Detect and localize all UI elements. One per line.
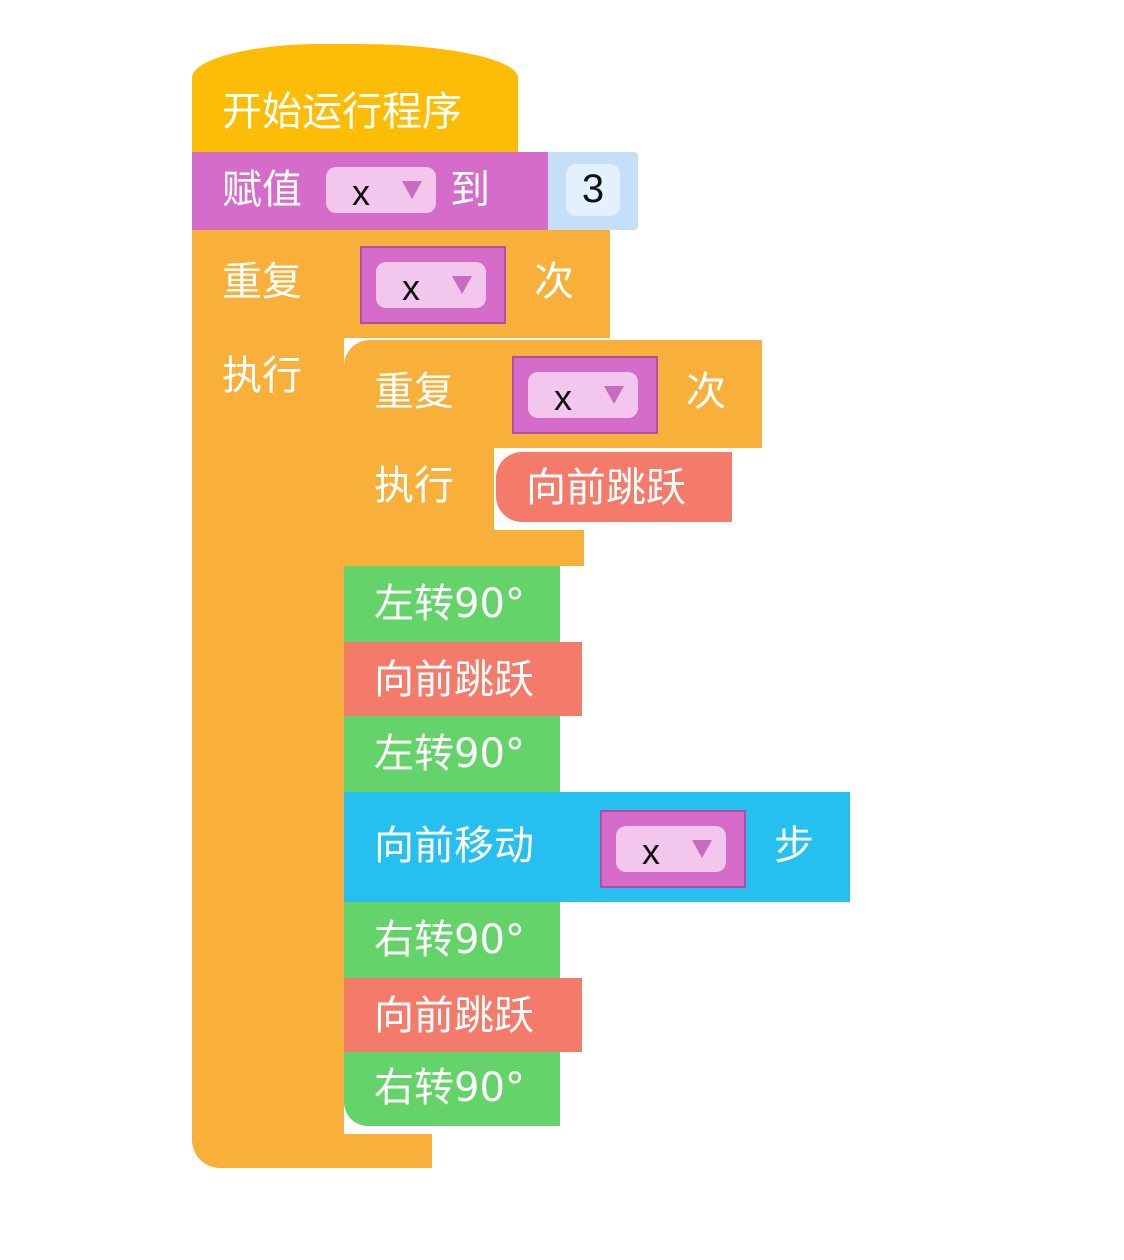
turn-right-block[interactable]: 右转90° xyxy=(344,902,560,978)
assign-to-label: 到 xyxy=(450,167,490,213)
move-forward-label: 向前移动 xyxy=(374,823,534,869)
turn-left-label: 左转90° xyxy=(374,581,525,627)
move-forward-unit-label: 步 xyxy=(774,823,814,869)
number-input[interactable]: 3 xyxy=(566,164,620,216)
turn-right-block[interactable]: 右转90° xyxy=(344,1052,560,1126)
assign-label: 赋值 xyxy=(222,167,302,213)
outer-repeat-do-label: 执行 xyxy=(222,353,302,399)
outer-repeat-spine: 执行 xyxy=(192,338,344,1134)
inner-repeat-bottom xyxy=(344,530,584,566)
jump-forward-block[interactable]: 向前跳跃 xyxy=(344,642,582,716)
outer-repeat-bottom xyxy=(192,1134,432,1168)
inner-repeat-variable-dropdown[interactable]: x xyxy=(528,372,638,418)
turn-right-label: 右转90° xyxy=(374,1065,525,1111)
variable-dropdown[interactable]: x xyxy=(326,167,436,213)
dropdown-arrow-icon xyxy=(692,840,712,858)
jump-forward-label: 向前跳跃 xyxy=(374,657,534,703)
start-hat-block[interactable]: 开始运行程序 xyxy=(192,44,518,156)
dropdown-arrow-icon xyxy=(402,181,422,199)
variable-name: x xyxy=(352,172,370,213)
inner-repeat-do-label: 执行 xyxy=(374,463,454,509)
outer-repeat-label: 重复 xyxy=(222,259,302,305)
turn-left-block[interactable]: 左转90° xyxy=(344,716,560,792)
turn-left-label: 左转90° xyxy=(374,731,525,777)
jump-forward-block[interactable]: 向前跳跃 xyxy=(344,978,582,1052)
inner-repeat-spine: 执行 xyxy=(344,448,494,530)
variable-name: x xyxy=(554,377,572,418)
dropdown-arrow-icon xyxy=(452,276,472,294)
jump-forward-label: 向前跳跃 xyxy=(374,993,534,1039)
inner-jump-forward-block[interactable]: 向前跳跃 xyxy=(496,452,732,522)
assign-block[interactable]: 赋值 x 到 xyxy=(192,152,552,230)
inner-repeat-times-label: 次 xyxy=(686,369,726,415)
variable-name: x xyxy=(642,831,660,872)
start-label: 开始运行程序 xyxy=(222,89,462,135)
turn-left-block[interactable]: 左转90° xyxy=(344,566,560,642)
outer-repeat-variable-dropdown[interactable]: x xyxy=(376,262,486,308)
move-forward-variable-dropdown[interactable]: x xyxy=(616,826,726,872)
turn-right-label: 右转90° xyxy=(374,917,525,963)
move-forward-block[interactable]: 向前移动 步 xyxy=(344,792,850,902)
outer-repeat-times-label: 次 xyxy=(534,259,574,305)
dropdown-arrow-icon xyxy=(604,386,624,404)
inner-jump-forward-label: 向前跳跃 xyxy=(526,465,686,511)
variable-name: x xyxy=(402,267,420,308)
inner-repeat-label: 重复 xyxy=(374,369,454,415)
